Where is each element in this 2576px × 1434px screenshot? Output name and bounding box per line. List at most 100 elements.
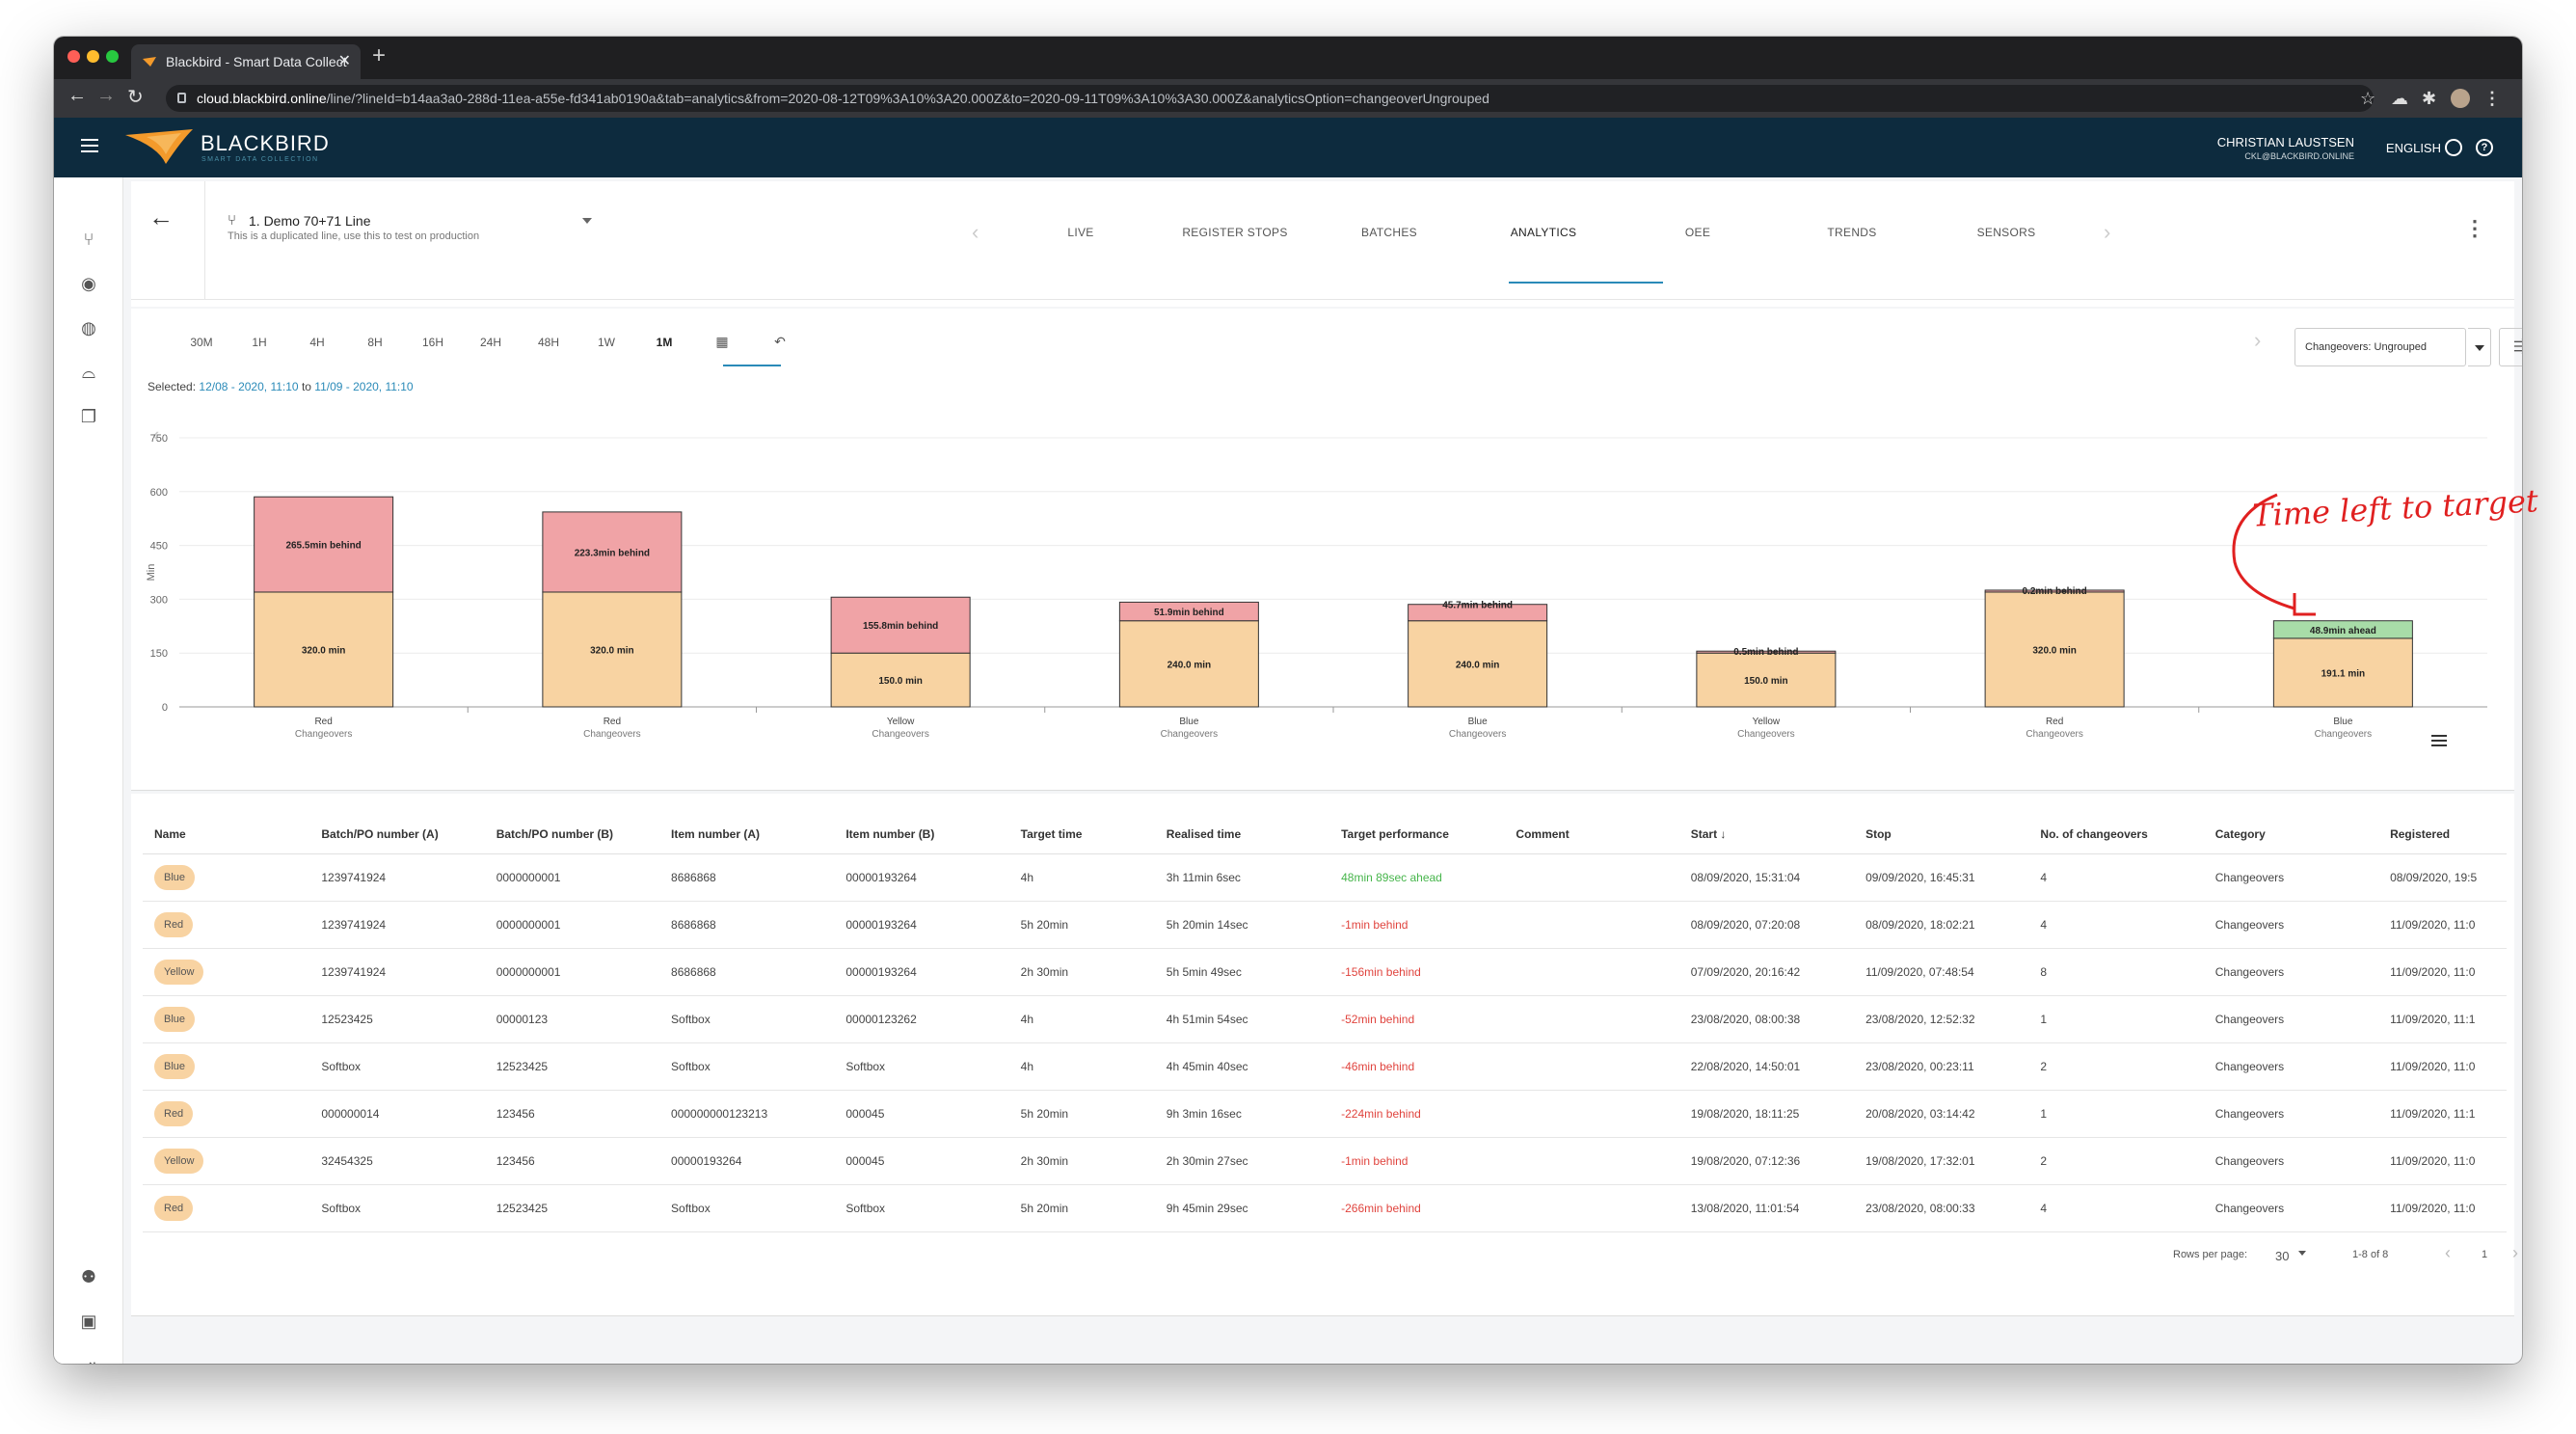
tabs-scroll-right-icon[interactable]: ›	[2104, 220, 2110, 245]
changeover-table-card: Name Batch/PO number (A) Batch/PO number (…	[131, 794, 2518, 1316]
tab-batches[interactable]: BATCHES	[1312, 226, 1466, 239]
globe-icon[interactable]	[2445, 139, 2462, 156]
x-category-sublabel: Changeovers	[2026, 729, 2082, 740]
puzzle-extension-icon[interactable]: ✱	[2422, 89, 2436, 109]
chevron-down-icon[interactable]	[2298, 1251, 2306, 1256]
tab-analytics[interactable]: ANALYTICS	[1466, 226, 1621, 239]
table-cell-batch-a: 1239741924	[321, 853, 496, 902]
tab-trends[interactable]: TRENDS	[1775, 226, 1929, 239]
column-header: Target performance	[1341, 815, 1516, 854]
tab-register-stops[interactable]: REGISTER STOPS	[1158, 226, 1312, 239]
blackbird-logo-icon	[125, 129, 193, 164]
name-badge: Blue	[154, 1053, 196, 1079]
hamburger-menu-icon[interactable]	[81, 139, 98, 152]
rows-per-page-label: Rows per page:	[2173, 1249, 2248, 1260]
url-field[interactable]: cloud.blackbird.online/line/?lineId=b14a…	[166, 85, 2374, 112]
new-tab-icon[interactable]: +	[372, 42, 386, 69]
prev-page-icon[interactable]: ‹	[2445, 1243, 2451, 1263]
column-header: Comment	[1516, 815, 1691, 854]
browser-tabbar: Blackbird - Smart Data Collect ✕ +	[54, 37, 2522, 79]
table-cell-start: 19/08/2020, 07:12:36	[1690, 1137, 1866, 1185]
browser-menu-icon[interactable]: ⋮	[2483, 89, 2501, 109]
chart-menu-icon[interactable]	[2431, 735, 2447, 746]
bar-base-label: 240.0 min	[1167, 660, 1212, 670]
language-selector[interactable]: ENGLISH	[2386, 141, 2441, 155]
table-cell-batch-b: 0000000001	[496, 948, 672, 996]
bar-base-label: 320.0 min	[2032, 645, 2077, 656]
dashboard-icon[interactable]: ◍	[79, 318, 98, 338]
more-options-icon[interactable]: ⋮	[2464, 216, 2485, 241]
filter-icon: ⇶	[2513, 338, 2522, 355]
bar-base-label: 240.0 min	[1456, 660, 1500, 670]
sensor-icon[interactable]: ◉	[79, 274, 98, 293]
tab-sensors[interactable]: SENSORS	[1929, 226, 2083, 239]
table-cell-start: 19/08/2020, 18:11:25	[1690, 1090, 1866, 1138]
tab-oee[interactable]: OEE	[1621, 226, 1775, 239]
tab-live[interactable]: LIVE	[1004, 226, 1158, 239]
table-row[interactable]: Red 1239741924 0000000001 8686868 0000019326…	[143, 901, 2507, 949]
cloud-extension-icon[interactable]: ☁	[2391, 89, 2408, 109]
table-cell-item-a: 8686868	[671, 901, 846, 949]
table-row[interactable]: Red Softbox 12523425 Softbox Softbox 5h 20min…	[143, 1184, 2507, 1232]
changeover-table: Name Batch/PO number (A) Batch/PO number (…	[143, 815, 2507, 1232]
table-row[interactable]: Red 000000014 123456 000000000123213 000045 5…	[143, 1090, 2507, 1138]
column-header[interactable]: Start ↓	[1690, 815, 1866, 854]
address-bar: ← → ↻ cloud.blackbird.online/line/?lineI…	[54, 79, 2522, 118]
table-cell-target: 4h	[1020, 995, 1167, 1043]
forward-arrow-icon[interactable]: →	[96, 85, 116, 107]
user-name[interactable]: CHRISTIAN LAUSTSEN	[2217, 135, 2354, 149]
help-icon[interactable]: ?	[2476, 139, 2493, 156]
back-arrow-icon[interactable]: ←	[67, 85, 87, 107]
x-category-label: Red	[314, 717, 332, 727]
x-category-label: Red	[2046, 717, 2063, 727]
table-row[interactable]: Yellow 32454325 123456 00000193264 000045 2h …	[143, 1137, 2507, 1185]
line-dropdown-icon[interactable]	[582, 218, 592, 224]
line-title[interactable]: 1. Demo 70+71 Line	[249, 213, 370, 229]
profile-avatar[interactable]	[2451, 89, 2470, 108]
table-cell-start: 22/08/2020, 14:50:01	[1690, 1042, 1866, 1091]
back-arrow-icon[interactable]: ←	[148, 203, 174, 232]
table-row[interactable]: Blue Softbox 12523425 Softbox Softbox 4h 4h 45…	[143, 1042, 2507, 1091]
table-cell-batch-b: 12523425	[496, 1042, 672, 1091]
table-cell-registered: 11/09/2020, 11:0	[2390, 1184, 2507, 1232]
table-cell-registered: 11/09/2020, 11:1	[2390, 995, 2507, 1043]
tabs-scroll-left-icon[interactable]: ‹	[972, 220, 979, 245]
table-cell-category: Changeovers	[2214, 1090, 2391, 1138]
logout-icon[interactable]: ⇥	[79, 1356, 98, 1364]
feedback-icon[interactable]: ▣	[79, 1312, 98, 1331]
table-cell-comment	[1516, 1184, 1691, 1232]
reload-icon[interactable]: ↻	[127, 85, 144, 109]
column-header: Category	[2214, 815, 2391, 854]
table-cell-start: 07/09/2020, 20:16:42	[1690, 948, 1866, 996]
table-cell-batch-a: 1239741924	[321, 901, 496, 949]
table-cell-registered: 08/09/2020, 19:5	[2390, 853, 2507, 902]
lines-icon[interactable]: ⑂	[79, 230, 98, 249]
bookmark-star-icon[interactable]: ☆	[2360, 89, 2375, 109]
gauge-icon[interactable]: ⌓	[79, 363, 98, 382]
table-cell-realised: 5h 20min 14sec	[1166, 901, 1342, 949]
x-category-label: Red	[604, 717, 621, 727]
table-cell-stop: 08/09/2020, 18:02:21	[1865, 901, 2041, 949]
next-page-icon[interactable]: ›	[2512, 1243, 2518, 1263]
column-header: Registered	[2390, 815, 2507, 854]
table-row[interactable]: Blue 12523425 00000123 Softbox 00000123262 4h…	[143, 995, 2507, 1043]
table-cell-category: Changeovers	[2214, 948, 2391, 996]
rows-per-page-select[interactable]: 30	[2275, 1249, 2289, 1263]
pagination-range: 1-8 of 8	[2352, 1249, 2389, 1260]
documents-icon[interactable]: ❐	[79, 407, 98, 426]
name-badge: Blue	[154, 1006, 196, 1032]
table-cell-item-b: Softbox	[845, 1184, 1021, 1232]
users-icon[interactable]: ⚉	[79, 1267, 98, 1286]
close-tab-icon[interactable]: ✕	[338, 44, 351, 79]
minimize-window-dot[interactable]	[87, 50, 99, 63]
x-category-sublabel: Changeovers	[1161, 729, 1218, 740]
table-row[interactable]: Yellow 1239741924 0000000001 8686868 0000019…	[143, 948, 2507, 996]
table-cell-comment	[1516, 995, 1691, 1043]
maximize-window-dot[interactable]	[106, 50, 119, 63]
x-category-sublabel: Changeovers	[1449, 729, 1506, 740]
close-window-dot[interactable]	[67, 50, 80, 63]
table-cell-name: Blue	[143, 853, 322, 902]
table-row[interactable]: Blue 1239741924 0000000001 8686868 000001932…	[143, 853, 2507, 902]
browser-tab[interactable]: Blackbird - Smart Data Collect ✕	[131, 44, 361, 79]
table-cell-batch-b: 0000000001	[496, 853, 672, 902]
